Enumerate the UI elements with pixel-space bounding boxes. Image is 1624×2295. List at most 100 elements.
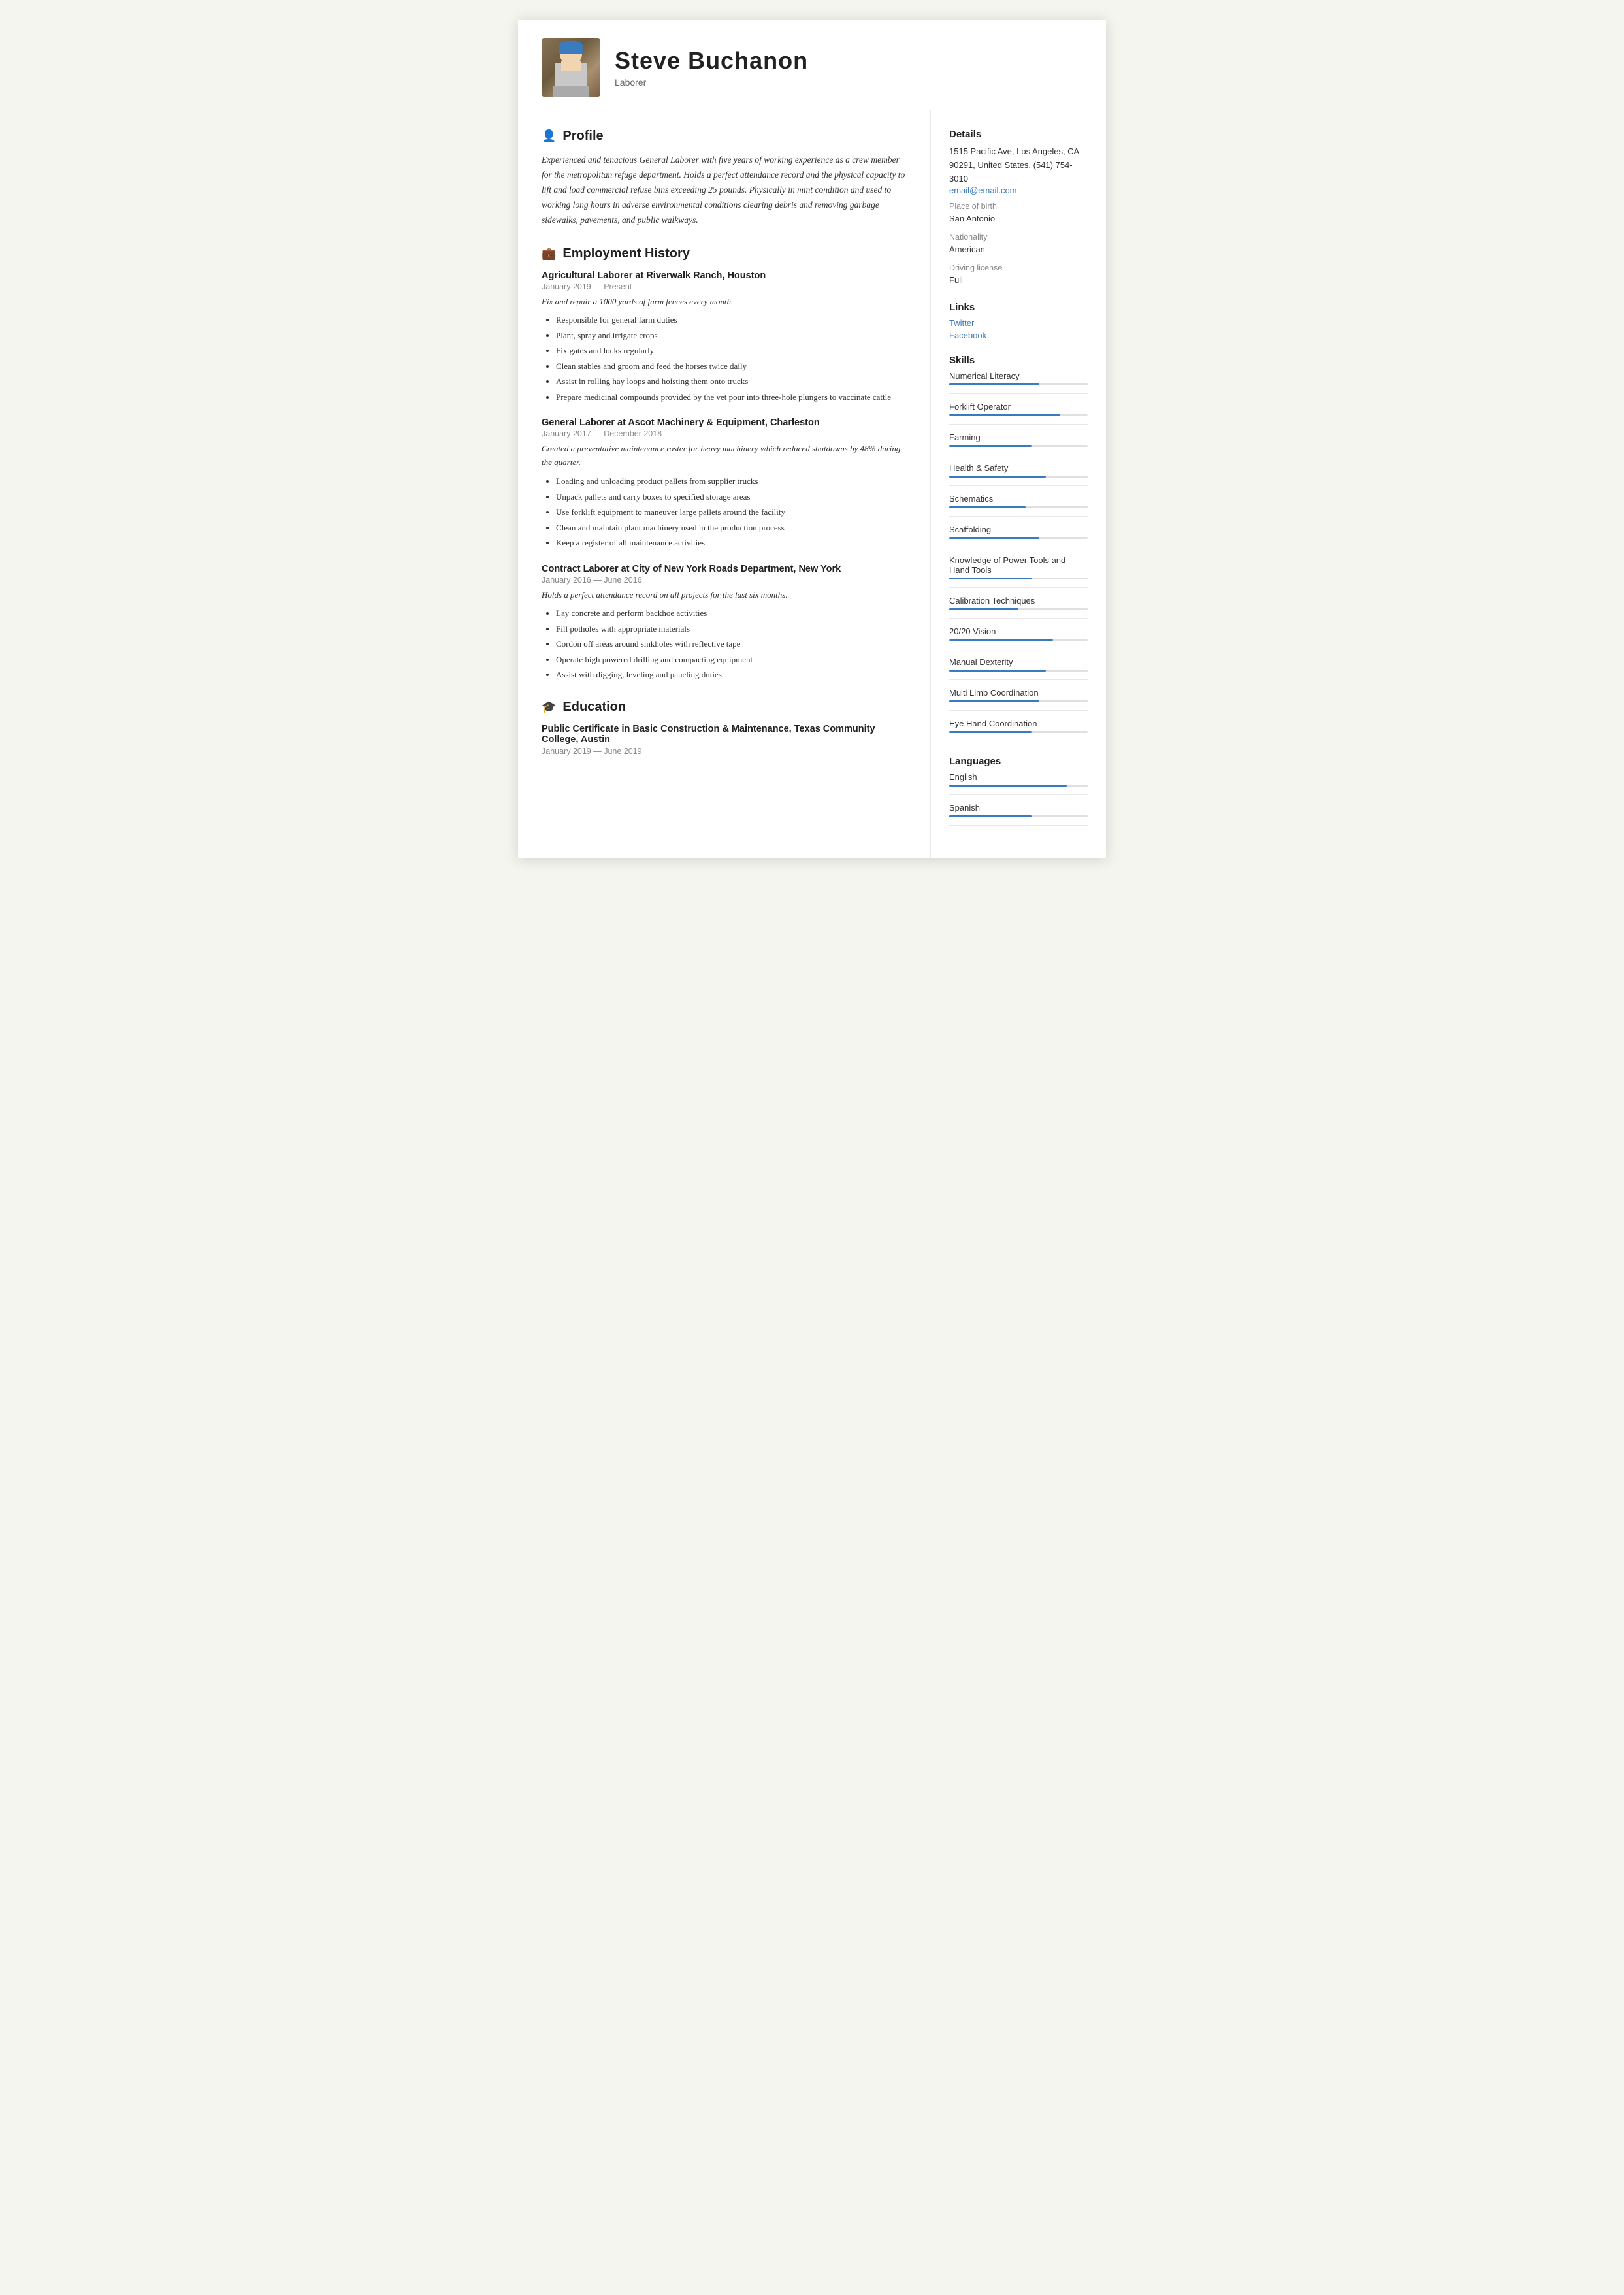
skill-name: Multi Limb Coordination — [949, 688, 1088, 698]
skill-name: Numerical Literacy — [949, 371, 1088, 381]
skill-bar-bg — [949, 731, 1088, 733]
job-bullets-list: Loading and unloading product pallets fr… — [542, 475, 907, 549]
job-summary: Fix and repair a 1000 yards of farm fenc… — [542, 295, 907, 309]
skill-bar-bg — [949, 537, 1088, 539]
avatar — [542, 38, 600, 97]
language-bar-bg — [949, 785, 1088, 787]
skill-bar-fill — [949, 639, 1053, 641]
skill-name: Schematics — [949, 494, 1088, 504]
skill-item: Knowledge of Power Tools and Hand Tools — [949, 555, 1088, 579]
skill-item: Numerical Literacy — [949, 371, 1088, 385]
profile-section-title: 👤 Profile — [542, 129, 907, 144]
skill-bar-bg — [949, 476, 1088, 478]
skill-item: Manual Dexterity — [949, 657, 1088, 672]
job-summary: Created a preventative maintenance roste… — [542, 442, 907, 470]
resume-header: Steve Buchanon Laborer — [518, 20, 1106, 110]
skill-bar-fill — [949, 700, 1039, 702]
skill-bar-fill — [949, 537, 1039, 539]
skill-name: Manual Dexterity — [949, 657, 1088, 667]
links-section: Links Twitter Facebook — [949, 302, 1088, 340]
place-of-birth-label: Place of birth — [949, 202, 1088, 211]
job-bullets-list: Lay concrete and perform backhoe activit… — [542, 607, 907, 681]
details-email[interactable]: email@email.com — [949, 186, 1088, 195]
skill-item: Calibration Techniques — [949, 596, 1088, 610]
skill-item: Scaffolding — [949, 525, 1088, 539]
skill-item: Schematics — [949, 494, 1088, 508]
driving-license-label: Driving license — [949, 263, 1088, 272]
skill-item: Multi Limb Coordination — [949, 688, 1088, 702]
skills-section: Skills Numerical Literacy Forklift Opera… — [949, 355, 1088, 741]
job-item: Agricultural Laborer at Riverwalk Ranch,… — [542, 270, 907, 404]
link-facebook[interactable]: Facebook — [949, 331, 1088, 340]
candidate-title: Laborer — [615, 77, 1082, 88]
skill-bar-bg — [949, 700, 1088, 702]
skill-bar-fill — [949, 731, 1032, 733]
job-title: General Laborer at Ascot Machinery & Equ… — [542, 417, 907, 428]
job-date: January 2016 — June 2016 — [542, 576, 907, 585]
skill-name: Forklift Operator — [949, 402, 1088, 412]
candidate-name: Steve Buchanon — [615, 47, 1082, 74]
job-title: Contract Laborer at City of New York Roa… — [542, 564, 907, 574]
profile-section: 👤 Profile Experienced and tenacious Gene… — [542, 129, 907, 228]
job-title: Agricultural Laborer at Riverwalk Ranch,… — [542, 270, 907, 281]
nationality-label: Nationality — [949, 233, 1088, 242]
skill-name: Farming — [949, 432, 1088, 442]
skill-item: Eye Hand Coordination — [949, 719, 1088, 733]
skill-bar-fill — [949, 608, 1018, 610]
avatar-image — [542, 38, 600, 97]
employment-icon: 💼 — [542, 247, 556, 261]
list-item: Responsible for general farm duties — [556, 314, 907, 327]
languages-title: Languages — [949, 756, 1088, 767]
skill-item: Health & Safety — [949, 463, 1088, 478]
education-section: 🎓 Education Public Certificate in Basic … — [542, 700, 907, 756]
skill-bar-fill — [949, 476, 1046, 478]
employment-section: 💼 Employment History Agricultural Labore… — [542, 246, 907, 681]
list-item: Operate high powered drilling and compac… — [556, 653, 907, 666]
skill-bar-bg — [949, 383, 1088, 385]
list-item: Fill potholes with appropriate materials — [556, 623, 907, 636]
resume-body: 👤 Profile Experienced and tenacious Gene… — [518, 110, 1106, 858]
header-text: Steve Buchanon Laborer — [615, 47, 1082, 88]
language-bar-bg — [949, 815, 1088, 817]
job-item: Contract Laborer at City of New York Roa… — [542, 564, 907, 681]
list-item: Cordon off areas around sinkholes with r… — [556, 638, 907, 651]
list-item: Clean stables and groom and feed the hor… — [556, 360, 907, 373]
details-address: 1515 Pacific Ave, Los Angeles, CA 90291,… — [949, 145, 1088, 186]
skill-bar-fill — [949, 670, 1046, 672]
list-item: Clean and maintain plant machinery used … — [556, 521, 907, 534]
skill-name: Health & Safety — [949, 463, 1088, 473]
edu-date: January 2019 — June 2019 — [542, 747, 907, 756]
skill-bar-fill — [949, 506, 1026, 508]
list-item: Unpack pallets and carry boxes to specif… — [556, 491, 907, 504]
list-item: Fix gates and locks regularly — [556, 344, 907, 357]
place-of-birth: San Antonio — [949, 212, 1088, 226]
language-bar-fill — [949, 785, 1067, 787]
skill-name: Eye Hand Coordination — [949, 719, 1088, 728]
skill-bar-bg — [949, 608, 1088, 610]
list-item: Prepare medicinal compounds provided by … — [556, 391, 907, 404]
skill-bar-fill — [949, 578, 1032, 579]
skill-bar-bg — [949, 670, 1088, 672]
skill-bar-bg — [949, 639, 1088, 641]
nationality: American — [949, 243, 1088, 257]
skill-item: Forklift Operator — [949, 402, 1088, 416]
skill-name: 20/20 Vision — [949, 627, 1088, 636]
skill-bar-bg — [949, 445, 1088, 447]
list-item: Lay concrete and perform backhoe activit… — [556, 607, 907, 620]
right-column: Details 1515 Pacific Ave, Los Angeles, C… — [931, 110, 1106, 858]
job-date: January 2017 — December 2018 — [542, 429, 907, 438]
skill-name: Scaffolding — [949, 525, 1088, 534]
skill-item: 20/20 Vision — [949, 627, 1088, 641]
link-twitter[interactable]: Twitter — [949, 318, 1088, 328]
language-item: Spanish — [949, 803, 1088, 817]
education-item: Public Certificate in Basic Construction… — [542, 724, 907, 756]
job-bullets-list: Responsible for general farm duties Plan… — [542, 314, 907, 403]
edu-degree: Public Certificate in Basic Construction… — [542, 724, 907, 745]
skill-name: Calibration Techniques — [949, 596, 1088, 606]
skill-bar-bg — [949, 414, 1088, 416]
employment-section-title: 💼 Employment History — [542, 246, 907, 261]
education-icon: 🎓 — [542, 700, 556, 714]
language-item: English — [949, 772, 1088, 787]
list-item: Plant, spray and irrigate crops — [556, 329, 907, 342]
languages-section: Languages English Spanish — [949, 756, 1088, 826]
